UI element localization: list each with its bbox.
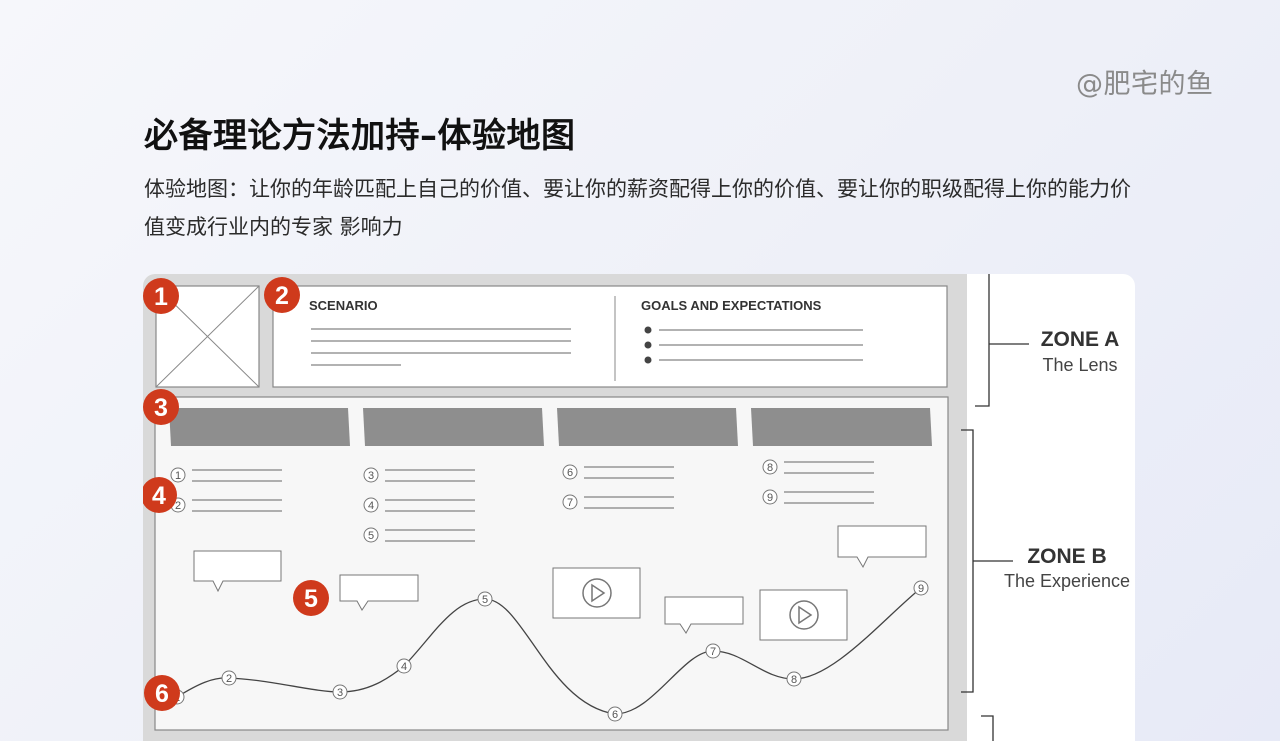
curve-point: 6 (607, 706, 623, 722)
curve-point-label: 3 (337, 687, 343, 699)
curve-point: 5 (477, 591, 493, 607)
curve-point-label: 7 (710, 646, 716, 658)
experience-map-diagram: SCENARIO GOALS AND EXPECTATIONS 1 2 3 4 5 6 7 8… (143, 274, 1135, 741)
phase-bar (169, 408, 350, 446)
curve-point-label: 9 (918, 583, 924, 595)
badge-number: 1 (154, 283, 168, 311)
zone-b-title: ZONE B (1027, 545, 1106, 568)
zone-b-subtitle: The Experience (1004, 571, 1130, 591)
bullet (644, 326, 652, 334)
badge: 3 (143, 389, 179, 425)
scenario-label: SCENARIO (309, 298, 378, 313)
phase-bar (557, 408, 738, 446)
phase-bar (363, 408, 544, 446)
page-title: 必备理论方法加持–体验地图 (144, 116, 576, 156)
badge-number: 6 (155, 680, 169, 708)
curve-point-label: 5 (482, 594, 488, 606)
step-number: 7 (567, 497, 573, 509)
step-number: 3 (368, 470, 374, 482)
badge-number: 4 (152, 482, 166, 510)
badge: 6 (144, 675, 180, 711)
step-number: 8 (767, 462, 773, 474)
page-description: 体验地图：让你的年龄匹配上自己的价值、要让你的薪资配得上你的价值、要让你的职级配… (144, 177, 1131, 239)
curve-point-label: 6 (612, 709, 618, 721)
badge-number: 3 (154, 394, 168, 422)
curve-point-label: 8 (791, 674, 797, 686)
step-number: 2 (175, 500, 181, 512)
goals-label: GOALS AND EXPECTATIONS (641, 298, 822, 313)
experience-map-svg: SCENARIO GOALS AND EXPECTATIONS 1 2 3 4 5 6 7 8… (143, 274, 1130, 741)
curve-point: 9 (913, 580, 929, 596)
curve-point: 7 (705, 643, 721, 659)
bullet (644, 356, 652, 364)
curve-point-label: 4 (401, 661, 407, 673)
badge: 1 (143, 278, 179, 314)
badge: 2 (264, 277, 300, 313)
video-placeholder (552, 567, 641, 619)
curve-point: 3 (332, 684, 348, 700)
step-number: 1 (175, 470, 181, 482)
bullet (644, 341, 652, 349)
curve-point: 2 (221, 670, 237, 686)
curve-point-label: 2 (226, 673, 232, 685)
zone-c-bracket (981, 715, 994, 741)
step-number: 4 (368, 500, 374, 512)
zone-a-bracket (975, 274, 990, 407)
phase-bar (751, 408, 932, 446)
badge-number: 5 (304, 585, 318, 613)
zone-a-title: ZONE A (1041, 328, 1120, 351)
step-number: 9 (767, 492, 773, 504)
badge: 5 (293, 580, 329, 616)
curve-point: 4 (396, 658, 412, 674)
badge-number: 2 (275, 282, 289, 310)
watermark: @肥宅的鱼 (1076, 69, 1214, 100)
curve-point: 8 (786, 671, 802, 687)
step-number: 5 (368, 530, 374, 542)
step-number: 6 (567, 467, 573, 479)
zone-a-subtitle: The Lens (1042, 355, 1117, 375)
video-placeholder (759, 589, 848, 641)
